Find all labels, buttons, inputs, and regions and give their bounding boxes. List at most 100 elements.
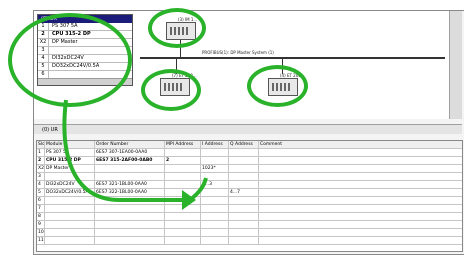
table-cell [45,213,95,220]
table-cell [165,181,201,188]
table-cell [229,237,259,244]
table-cell [259,237,462,244]
table-cell: 2 [165,157,201,164]
highlight-circle [247,65,308,107]
table-cell [259,221,462,228]
column-header[interactable]: MPI Address [165,141,201,148]
table-row[interactable]: 6 [37,197,462,205]
column-header[interactable]: Module [45,141,95,148]
table-cell [201,237,229,244]
table-cell [165,149,201,156]
column-header[interactable]: Slot [37,141,45,148]
table-cell [165,213,201,220]
highlight-circle [8,13,132,107]
table-cell [201,149,229,156]
table-cell: 4...7 [229,189,259,196]
table-cell: DI32xDC24V [45,181,95,188]
table-cell [165,165,201,172]
column-header[interactable]: Order Number [95,141,165,148]
table-cell [95,229,165,236]
table-cell: 7 [37,205,45,212]
table-cell: 9 [37,221,45,228]
table-cell [201,157,229,164]
table-cell [229,229,259,236]
canvas-scrollbar[interactable] [449,11,462,119]
table-cell [95,173,165,180]
table-cell [229,205,259,212]
table-header: SlotModuleOrder NumberMPI AddressI Addre… [37,141,462,149]
table-cell [259,181,462,188]
table-cell: CPU 315-2 DP [45,157,95,164]
table-cell: 6ES7 307-1EA00-0AA0 [95,149,165,156]
table-cell [45,197,95,204]
table-cell: DO32xDC24V/0.5A [45,189,95,196]
table-cell [45,237,95,244]
table-cell [165,205,201,212]
table-cell: 1023* [201,165,229,172]
table-cell [95,213,165,220]
table-row[interactable]: X2 DP Master 1023* [37,165,462,173]
profibus-label: PROFIBUS(1): DP Master System (1) [202,50,274,55]
table-cell [229,181,259,188]
table-cell [95,165,165,172]
table-cell: 5 [37,189,45,196]
table-cell [259,173,462,180]
table-cell [165,197,201,204]
table-cell [95,221,165,228]
table-cell [45,229,95,236]
table-cell [45,205,95,212]
table-cell: 6ES7 321-1BL00-0AA0 [95,181,165,188]
highlight-circle [141,69,201,111]
table-cell: 6ES7 315-2AF00-0AB0 [95,157,165,164]
table-cell [229,157,259,164]
table-cell: 4 [37,181,45,188]
table-row[interactable]: 8 [37,213,462,221]
column-header[interactable]: I Address [201,141,229,148]
column-header[interactable]: Q Address [229,141,259,148]
table-cell [201,221,229,228]
table-cell: 6ES7 322-1BL00-0AA0 [95,189,165,196]
table-cell [259,213,462,220]
table-row[interactable]: 7 [37,205,462,213]
table-row[interactable]: 11 [37,237,462,245]
table-row[interactable]: 3 [37,173,462,181]
table-row[interactable]: 5 DO32xDC24V/0.5A 6ES7 322-1BL00-0AA0 4...7 [37,189,462,197]
table-cell [45,173,95,180]
table-cell: 2 [37,157,45,164]
table-cell [95,197,165,204]
table-cell [259,229,462,236]
table-cell: 0...3 [201,181,229,188]
table-cell [259,197,462,204]
table-cell [165,229,201,236]
table-row[interactable]: 2 CPU 315-2 DP 6ES7 315-2AF00-0AB0 2 [37,157,462,165]
column-header[interactable]: Comment [259,141,462,148]
table-cell [201,213,229,220]
table-row[interactable]: 1 PS 307 5A 6ES7 307-1EA00-0AA0 [37,149,462,157]
table-cell: 6 [37,197,45,204]
detail-view-title: (0) UR [34,124,462,134]
table-cell [229,213,259,220]
profibus-line[interactable] [140,57,445,59]
table-cell: X2 [38,165,45,172]
highlight-circle [148,8,206,48]
table-cell: 3 [37,173,45,180]
table-cell [165,221,201,228]
table-cell [259,149,462,156]
table-cell [259,189,462,196]
table-cell: DP Master [45,165,95,172]
table-cell [165,237,201,244]
module-table: SlotModuleOrder NumberMPI AddressI Addre… [36,140,463,252]
table-row[interactable]: 10 [37,229,462,237]
table-row[interactable]: 9 [37,221,462,229]
table-cell [229,221,259,228]
table-cell [229,149,259,156]
table-cell: 10 [38,229,45,236]
table-cell: 11 [38,237,45,244]
table-row[interactable]: 4 DI32xDC24V 6ES7 321-1BL00-0AA0 0...3 [37,181,462,189]
table-cell [201,173,229,180]
table-cell [201,205,229,212]
table-cell [201,189,229,196]
table-cell [259,205,462,212]
table-cell [259,165,462,172]
table-cell: 1 [37,149,45,156]
